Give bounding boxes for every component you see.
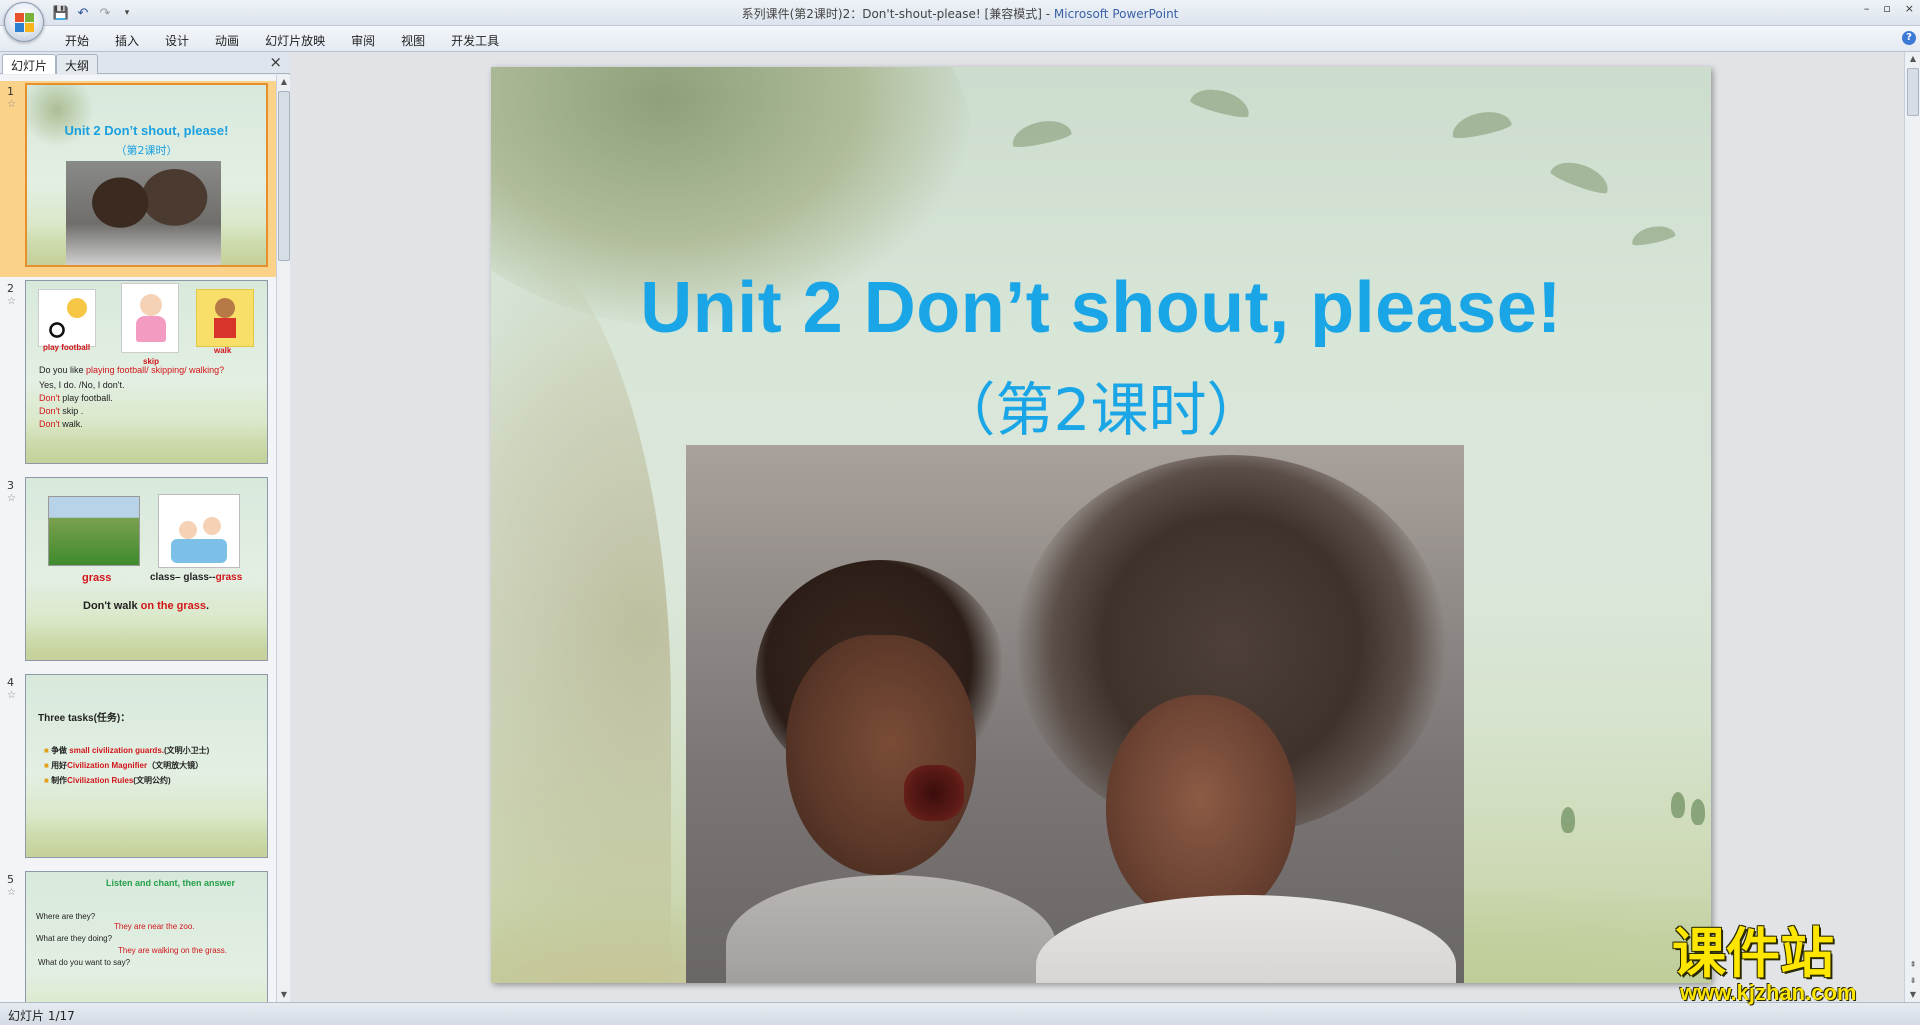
grass-picture	[48, 496, 140, 566]
help-icon[interactable]: ?	[1902, 31, 1916, 45]
task-item: ■ 争做 small civilization guards.(文明小卫士)	[44, 746, 210, 755]
restore-button[interactable]: ▫	[1883, 2, 1890, 15]
scroll-up-icon[interactable]: ▲	[278, 75, 290, 89]
scroll-down-icon[interactable]: ▼	[1907, 988, 1919, 1002]
next-slide-icon[interactable]: ⇟	[1907, 974, 1919, 988]
grass-word: grass	[82, 572, 112, 584]
watermark-text: 课件站	[1672, 922, 1834, 985]
skip-picture	[121, 283, 179, 353]
tab-review[interactable]: 审阅	[338, 30, 388, 51]
football-picture	[38, 289, 96, 347]
scroll-down-icon[interactable]: ▼	[278, 988, 290, 1002]
window-controls: – ▫ ×	[1864, 2, 1914, 15]
status-bar: 幻灯片 1/17	[0, 1002, 1920, 1025]
slide-counter: 幻灯片 1/17	[8, 1009, 75, 1023]
animation-star-icon: ☆	[7, 690, 16, 701]
task-item: ■ 用好Civilization Magnifier（文明放大镜）	[44, 761, 204, 770]
thumbnail-preview: Unit 2 Don’t shout, please! （第2课时）	[25, 83, 268, 267]
office-logo-icon	[15, 13, 35, 33]
slide-thumbnail-1[interactable]: 1 ☆ Unit 2 Don’t shout, please! （第2课时）	[0, 81, 276, 277]
rule-sentence: Don't walk on the grass.	[83, 600, 210, 612]
walk-picture	[196, 289, 254, 347]
thumbnail-title: Unit 2 Don’t shout, please!	[64, 123, 229, 138]
slides-panel: 幻灯片 大纲 × 1 ☆ Unit 2 Don’t shout, please!…	[0, 52, 290, 1002]
play-football-label: play football	[43, 343, 91, 352]
tab-slides[interactable]: 幻灯片	[2, 54, 57, 74]
previous-slide-icon[interactable]: ⇞	[1907, 958, 1919, 972]
slide-thumbnail-4[interactable]: 4 ☆ Three tasks(任务)： ■ 争做 small civiliza…	[0, 672, 276, 868]
thumbnails-scrollbar[interactable]: ▲ ▼	[276, 75, 290, 1002]
task-item: ■ 制作Civilization Rules(文明公约)	[44, 776, 171, 785]
scroll-thumb[interactable]	[278, 91, 290, 261]
question-line: Do you like playing football/ skipping/ …	[39, 365, 225, 375]
tab-animations[interactable]: 动画	[202, 30, 252, 51]
dont-line: Don't play football.	[39, 393, 113, 403]
ribbon-tabs: 开始 插入 设计 动画 幻灯片放映 审阅 视图 开发工具	[52, 30, 512, 51]
word-chain: class– glass--grass	[150, 572, 243, 583]
thumbnail-preview: Listen and chant, then answer Where are …	[25, 871, 268, 1002]
tab-home[interactable]: 开始	[52, 30, 102, 51]
slide-subtitle[interactable]: （第2课时）	[491, 363, 1711, 447]
slide-number: 2	[7, 282, 14, 295]
dont-line: Don't skip .	[39, 406, 84, 416]
slide-number: 3	[7, 479, 14, 492]
thumbnail-preview: Three tasks(任务)： ■ 争做 small civilization…	[25, 674, 268, 858]
tab-design[interactable]: 设计	[152, 30, 202, 51]
slide-number: 1	[7, 85, 14, 98]
animation-star-icon: ☆	[7, 296, 16, 307]
slide-number: 4	[7, 676, 14, 689]
animation-star-icon: ☆	[7, 887, 16, 898]
current-slide[interactable]: Unit 2 Don’t shout, please! （第2课时）	[491, 67, 1711, 983]
tab-insert[interactable]: 插入	[102, 30, 152, 51]
close-button[interactable]: ×	[1905, 2, 1914, 15]
cartoon-picture	[158, 494, 240, 568]
chant-heading: Listen and chant, then answer	[106, 878, 236, 888]
app-name: Microsoft PowerPoint	[1053, 7, 1179, 21]
tab-slideshow[interactable]: 幻灯片放映	[252, 30, 338, 51]
slide-canvas: Unit 2 Don’t shout, please! （第2课时）	[291, 52, 1904, 1002]
thumbnail-photo	[66, 161, 221, 265]
question-text: What do you want to say?	[38, 958, 131, 967]
window-title: 系列课件(第2课时)2：Don't-shout-please! [兼容模式] -…	[741, 7, 1179, 21]
answer-text: They are near the zoo.	[114, 922, 195, 931]
thumbnail-preview: play football skip walk Do you like play…	[25, 280, 268, 464]
tab-outline[interactable]: 大纲	[56, 54, 99, 74]
slide-title[interactable]: Unit 2 Don’t shout, please!	[491, 267, 1711, 349]
scroll-up-icon[interactable]: ▲	[1907, 52, 1919, 66]
answer-line: Yes, I do. /No, I don't.	[39, 380, 125, 390]
scroll-thumb[interactable]	[1907, 68, 1919, 116]
tasks-heading: Three tasks(任务)：	[38, 713, 131, 724]
dont-line: Don't walk.	[39, 419, 83, 429]
tab-view[interactable]: 视图	[388, 30, 438, 51]
ribbon: 开始 插入 设计 动画 幻灯片放映 审阅 视图 开发工具 ?	[0, 26, 1920, 52]
close-panel-icon[interactable]: ×	[269, 53, 282, 71]
animation-star-icon: ☆	[7, 99, 16, 110]
thumbnail-preview: grass class– glass--grass Don't walk on …	[25, 477, 268, 661]
slide-thumbnail-5[interactable]: 5 ☆ Listen and chant, then answer Where …	[0, 869, 276, 1002]
slide-thumbnails: 1 ☆ Unit 2 Don’t shout, please! （第2课时） 2…	[0, 75, 276, 1002]
slide-thumbnail-3[interactable]: 3 ☆ grass class– glass--grass Don't walk…	[0, 475, 276, 671]
slide-number: 5	[7, 873, 14, 886]
answer-text: They are walking on the grass.	[118, 946, 227, 955]
document-name: 系列课件(第2课时)2：Don't-shout-please! [兼容模式]	[741, 7, 1042, 21]
tab-developer[interactable]: 开发工具	[438, 30, 512, 51]
thumbnail-subtitle: （第2课时）	[115, 144, 178, 157]
watermark-url: www.kjzhan.com	[1680, 980, 1857, 1005]
panel-tabs: 幻灯片 大纲 ×	[0, 52, 290, 74]
minimize-button[interactable]: –	[1864, 2, 1870, 15]
slide-thumbnail-2[interactable]: 2 ☆ play football skip walk Do you like …	[0, 278, 276, 474]
slide-scrollbar[interactable]: ▲ ⇞ ⇟ ▼	[1904, 52, 1920, 1002]
question-text: What are they doing?	[36, 934, 113, 943]
shouting-kids-photo[interactable]	[686, 445, 1464, 983]
watermark-logo: 课件站 www.kjzhan.com	[1672, 922, 1900, 1006]
animation-star-icon: ☆	[7, 493, 16, 504]
title-bar: 💾 ↶ ↷ ▾ 系列课件(第2课时)2：Don't-shout-please! …	[0, 0, 1920, 42]
office-button[interactable]	[4, 2, 44, 42]
walk-label: walk	[214, 346, 232, 355]
question-text: Where are they?	[36, 912, 96, 921]
